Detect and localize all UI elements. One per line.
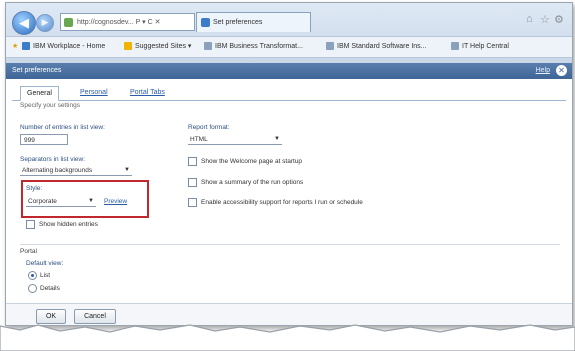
- chevron-down-icon: ▼: [124, 167, 130, 173]
- site-icon: [64, 18, 73, 27]
- accessibility-label: Enable accessibility support for reports…: [201, 199, 363, 207]
- home-icon[interactable]: ⌂: [526, 13, 533, 25]
- summary-row[interactable]: Show a summary of the run options: [188, 178, 303, 187]
- favorite-link-business[interactable]: IBM Business Transformat...: [204, 37, 303, 57]
- portal-heading: Portal: [20, 248, 37, 255]
- favorite-link-software[interactable]: IBM Standard Software Ins...: [326, 37, 427, 57]
- page-icon: [204, 42, 212, 51]
- show-hidden-checkbox[interactable]: [26, 220, 35, 229]
- favorite-link-workplace[interactable]: IBM Workplace - Home: [22, 37, 105, 57]
- favorite-label: IT Help Central: [462, 43, 509, 50]
- chevron-down-icon: ▼: [88, 198, 94, 204]
- default-view-label: Default view:: [26, 260, 64, 267]
- entries-label: Number of entries in list view:: [20, 124, 105, 131]
- favorite-label: Suggested Sites ▾: [135, 43, 192, 50]
- favorite-label: IBM Workplace - Home: [33, 43, 106, 50]
- forward-icon[interactable]: ▶: [36, 14, 54, 32]
- address-text: http://cognosdev...: [77, 19, 134, 26]
- show-hidden-row[interactable]: Show hidden entries: [26, 220, 98, 229]
- screenshot-frame: ◀ ▶ http://cognosdev... P ▾ C ✕ Set pref…: [0, 0, 575, 351]
- entries-input[interactable]: 999: [20, 134, 68, 145]
- tab-page-icon: [201, 18, 210, 27]
- dialog-header: Set preferences Help ✕: [6, 63, 572, 79]
- address-controls: P ▾ C ✕: [135, 19, 161, 26]
- tab-personal[interactable]: Personal: [74, 86, 114, 99]
- view-details-label: Details: [40, 285, 60, 293]
- welcome-checkbox[interactable]: [188, 157, 197, 166]
- separators-select[interactable]: Alternating backgrounds ▼: [20, 165, 132, 176]
- preview-link[interactable]: Preview: [104, 198, 127, 205]
- dialog-tabs: General Personal Portal Tabs: [12, 86, 566, 101]
- favorite-label: IBM Business Transformat...: [215, 43, 303, 50]
- settings-gear-icon[interactable]: ⚙: [554, 13, 564, 26]
- summary-label: Show a summary of the run options: [201, 179, 304, 187]
- welcome-label: Show the Welcome page at startup: [201, 158, 303, 166]
- tab-general[interactable]: General: [20, 86, 59, 101]
- accessibility-checkbox[interactable]: [188, 198, 197, 207]
- dialog-title: Set preferences: [12, 67, 62, 74]
- tab-portal-tabs[interactable]: Portal Tabs: [124, 86, 171, 99]
- style-select[interactable]: Corporate ▼: [26, 196, 96, 207]
- style-value: Corporate: [28, 198, 57, 205]
- close-icon[interactable]: ✕: [556, 65, 567, 76]
- back-icon[interactable]: ◀: [12, 11, 36, 35]
- view-details-row[interactable]: Details: [28, 284, 60, 293]
- view-details-radio[interactable]: [28, 284, 37, 293]
- help-link[interactable]: Help: [536, 63, 550, 79]
- favorite-link-helpcentral[interactable]: IT Help Central: [451, 37, 509, 57]
- page-icon: [451, 42, 459, 51]
- browser-chrome: ◀ ▶ http://cognosdev... P ▾ C ✕ Set pref…: [6, 3, 572, 63]
- torn-paper-edge: [0, 324, 575, 351]
- ibm-icon: [22, 42, 30, 51]
- suggested-sites-icon: [124, 42, 132, 51]
- view-list-row[interactable]: List: [28, 271, 50, 280]
- favorite-label: IBM Standard Software Ins...: [337, 43, 427, 50]
- separators-label: Separators in list view:: [20, 156, 86, 163]
- summary-checkbox[interactable]: [188, 178, 197, 187]
- view-list-radio[interactable]: [28, 271, 37, 280]
- browser-window: ◀ ▶ http://cognosdev... P ▾ C ✕ Set pref…: [5, 2, 573, 326]
- separators-value: Alternating backgrounds: [22, 167, 93, 174]
- accessibility-row[interactable]: Enable accessibility support for reports…: [188, 198, 363, 207]
- favorites-star-icon-bar[interactable]: ★: [12, 37, 18, 57]
- browser-tab[interactable]: Set preferences: [196, 12, 311, 32]
- favorites-bar: ★ IBM Workplace - Home Suggested Sites ▾…: [6, 36, 572, 58]
- page-icon: [326, 42, 334, 51]
- report-format-value: HTML: [190, 136, 208, 143]
- section-divider: [20, 244, 560, 245]
- address-bar[interactable]: http://cognosdev... P ▾ C ✕: [60, 13, 195, 31]
- chevron-down-icon: ▼: [274, 136, 280, 142]
- tab-title: Set preferences: [213, 19, 263, 26]
- welcome-row[interactable]: Show the Welcome page at startup: [188, 157, 302, 166]
- view-list-label: List: [40, 272, 51, 280]
- style-label: Style:: [26, 185, 43, 192]
- show-hidden-label: Show hidden entries: [39, 221, 98, 229]
- favorites-star-icon[interactable]: ☆: [540, 13, 550, 26]
- report-format-select[interactable]: HTML ▼: [188, 134, 282, 145]
- settings-hint: Specify your settings: [20, 102, 80, 109]
- favorite-link-suggested[interactable]: Suggested Sites ▾: [124, 37, 191, 57]
- report-format-label: Report format:: [188, 124, 230, 131]
